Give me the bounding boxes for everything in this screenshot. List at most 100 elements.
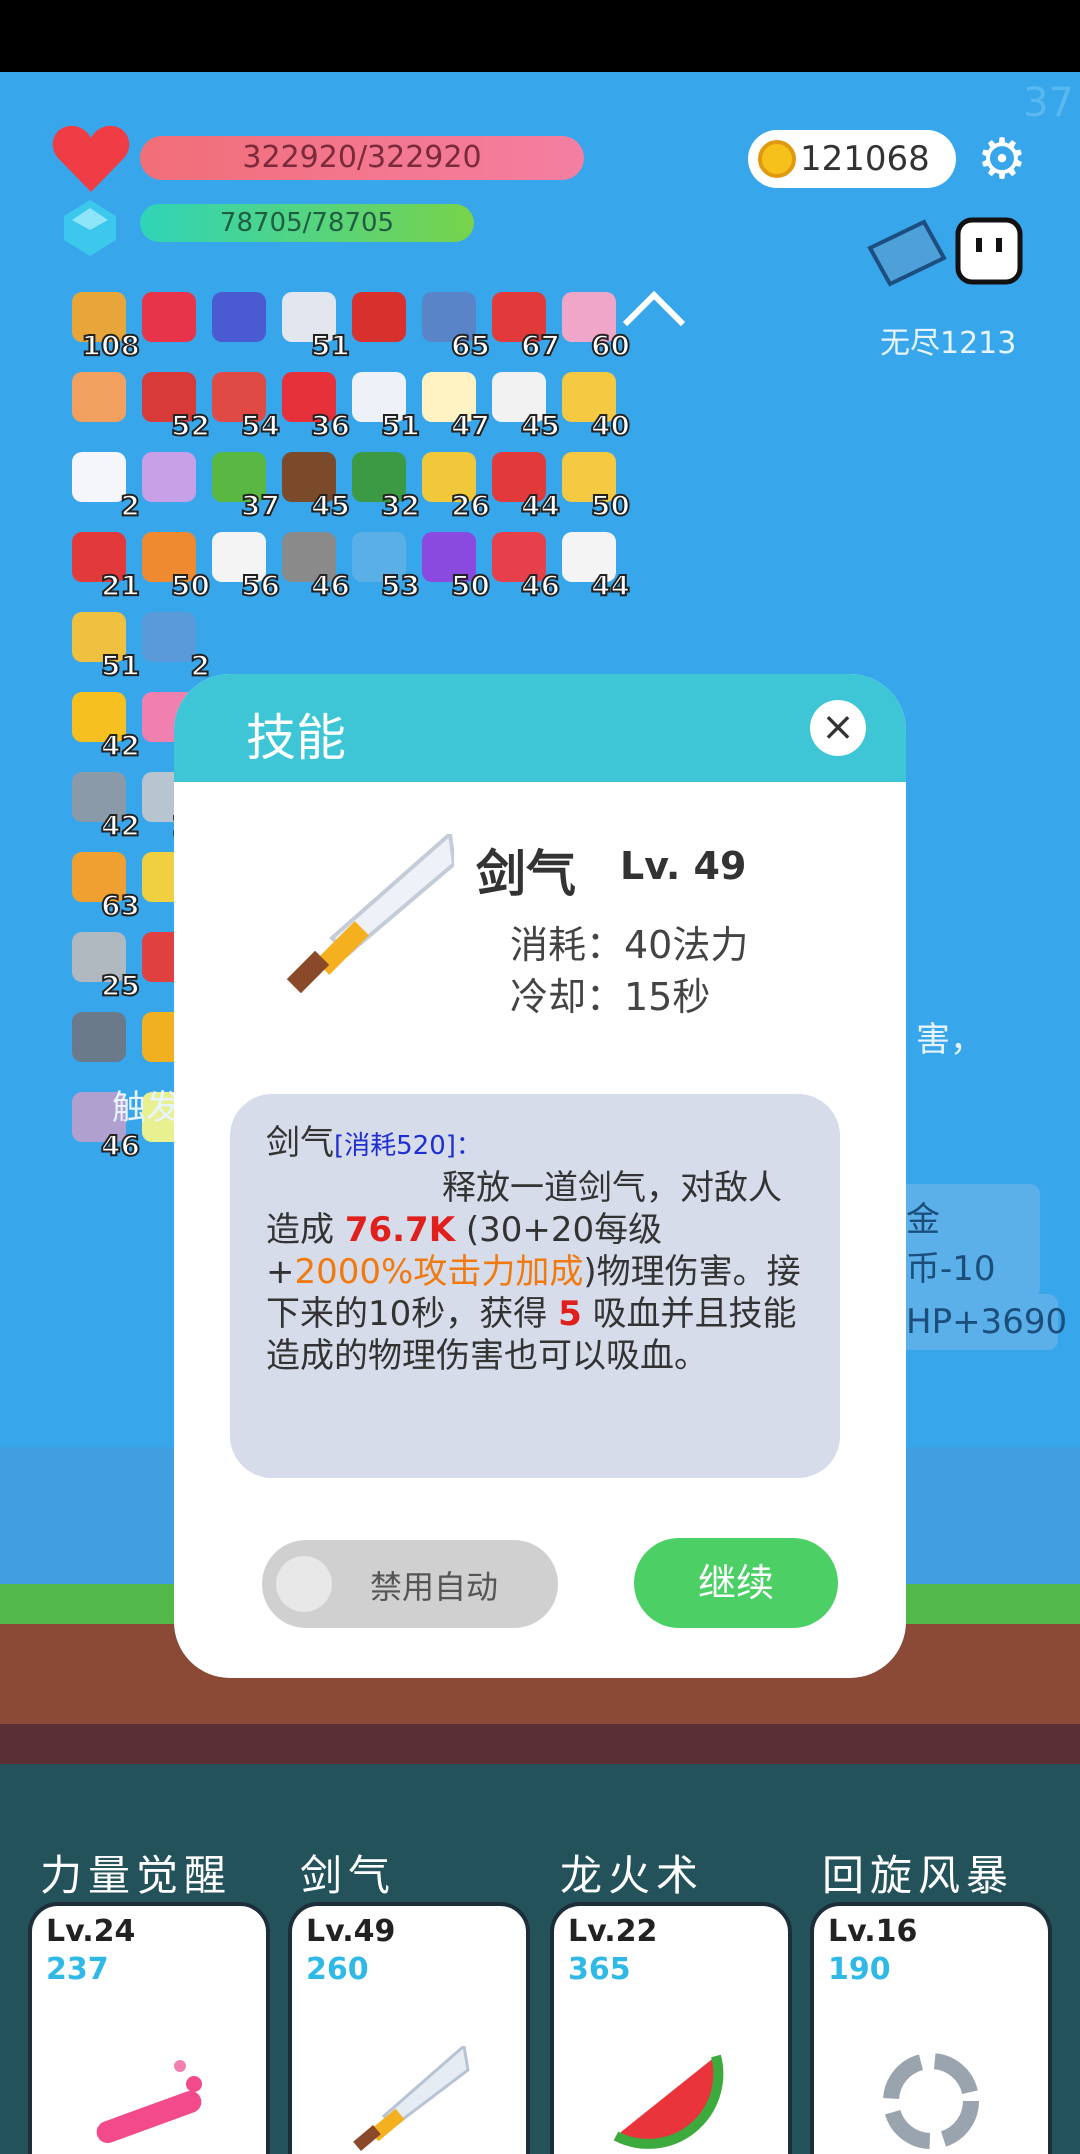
inventory-item[interactable]: 26 [416,448,491,523]
item-count: 47 [450,408,491,443]
item-icon [142,452,196,502]
item-count: 108 [81,328,141,363]
item-count: 45 [310,488,351,523]
item-count: 36 [310,408,351,443]
inventory-item[interactable]: 32 [346,448,421,523]
damage-value: 76.7K [344,1210,456,1250]
skill-card-1[interactable]: Lv.49 260 [288,1902,530,2154]
watermelon-icon [613,2054,724,2149]
skill-level: Lv.22 [568,1914,658,1949]
coin-cost-label: 金币-10 [890,1184,1040,1298]
item-count: 63 [100,888,141,923]
disable-auto-toggle[interactable]: 禁用自动 [262,1540,558,1628]
hp-bar: 322920/322920 [140,136,584,180]
item-count: 60 [590,328,631,363]
inventory-item[interactable]: 44 [486,448,561,523]
inventory-item[interactable]: 63 [66,848,141,923]
skill-card-3[interactable]: Lv.16 190 [810,1902,1052,2154]
endless-stage-label: 无尽1213 [880,326,1017,361]
item-count: 37 [240,488,281,523]
inventory-item[interactable]: 52 [136,368,211,443]
inventory-item[interactable]: 25 [66,928,141,1003]
inventory-item[interactable]: 37 [206,448,281,523]
map-flag-icon[interactable] [864,218,954,298]
continue-button[interactable]: 继续 [634,1538,838,1628]
settings-gear-icon[interactable]: ⚙ [972,130,1032,190]
inventory-item[interactable]: 46 [276,528,351,603]
mana-crystal-icon [64,200,116,256]
inventory-item[interactable]: 42 [66,768,141,843]
inventory-item[interactable] [66,1008,134,1076]
inventory-item[interactable]: 108 [66,288,141,363]
inventory-item[interactable]: 47 [416,368,491,443]
inventory-item[interactable]: 53 [346,528,421,603]
inventory-item[interactable]: 56 [206,528,281,603]
item-icon [352,292,406,342]
hp-gain-label: HP+3690 [890,1294,1067,1350]
inventory-item[interactable]: 60 [556,288,631,363]
inventory-item[interactable]: 46 [486,528,561,603]
item-count: 42 [100,808,141,843]
item-icon [142,292,196,342]
inventory-item[interactable]: 51 [276,288,351,363]
inventory-item[interactable]: 45 [276,448,351,523]
item-count: 56 [240,568,281,603]
toggle-knob [276,1556,332,1612]
fps-counter: 37 [1023,80,1074,126]
lifesteal-value: 5 [558,1294,582,1334]
skill-cost: 365 [568,1952,631,1987]
inventory-item[interactable]: 36 [276,368,351,443]
coin-icon [758,140,796,178]
whirlwind-icon [883,2053,979,2149]
inventory-item[interactable]: 50 [416,528,491,603]
inventory-item[interactable]: 21 [66,528,141,603]
inventory-item[interactable] [206,288,274,356]
inventory-item[interactable] [136,288,204,356]
skill-level: Lv.24 [46,1914,136,1949]
inventory-item[interactable]: 67 [486,288,561,363]
ghost-mascot-icon [955,217,1023,285]
inventory-item[interactable]: 50 [136,528,211,603]
inventory-item[interactable] [136,448,204,516]
inventory-item[interactable]: 65 [416,288,491,363]
coin-counter: 121068 [748,130,956,188]
inventory-item[interactable]: 50 [556,448,631,523]
inventory-item[interactable]: 44 [556,528,631,603]
inventory-item[interactable]: 2 [136,608,211,683]
item-icon [142,612,196,662]
item-count: 51 [100,648,141,683]
inventory-item[interactable]: 42 [66,688,141,763]
item-count: 42 [100,728,141,763]
cooldown-line: 冷却：15秒 [510,975,711,1019]
skill-name-0: 力量觉醒 [40,1851,233,1900]
item-count: 44 [520,488,561,523]
item-count: 50 [450,568,491,603]
damage-text-fragment: 害， [916,1020,984,1060]
skill-name-2: 龙火术 [560,1851,705,1900]
collapse-chevron-icon[interactable] [622,290,686,354]
inventory-item[interactable]: 51 [66,608,141,683]
skill-name: 剑气 [476,845,576,903]
close-button[interactable]: × [810,700,866,756]
skill-card-2[interactable]: Lv.22 365 [550,1902,792,2154]
inventory-item[interactable] [66,368,134,436]
inventory-item[interactable]: 45 [486,368,561,443]
skill-card-0[interactable]: Lv.24 237 [28,1902,270,2154]
sword-icon [353,2046,470,2151]
item-count: 50 [590,488,631,523]
mana-cost-line: 消耗：40法力 [510,923,749,967]
inventory-item[interactable] [346,288,414,356]
inventory-item[interactable]: 54 [206,368,281,443]
inventory-item[interactable]: 51 [346,368,421,443]
item-count: 54 [240,408,281,443]
sword-icon [286,834,454,994]
skill-level: Lv.49 [306,1914,396,1949]
item-count: 67 [520,328,561,363]
skill-cost: 237 [46,1952,109,1987]
inventory-item[interactable]: 40 [556,368,631,443]
inventory-item[interactable]: 2 [66,448,141,523]
desc-cost: [消耗520]： [334,1131,482,1161]
skill-description: 剑气[消耗520]： 释放一道剑气，对敌人造成 76.7K (30+20每级+2… [230,1094,840,1478]
desc-head: 剑气 [266,1123,334,1163]
dark-soil-strip [0,1724,1080,1764]
